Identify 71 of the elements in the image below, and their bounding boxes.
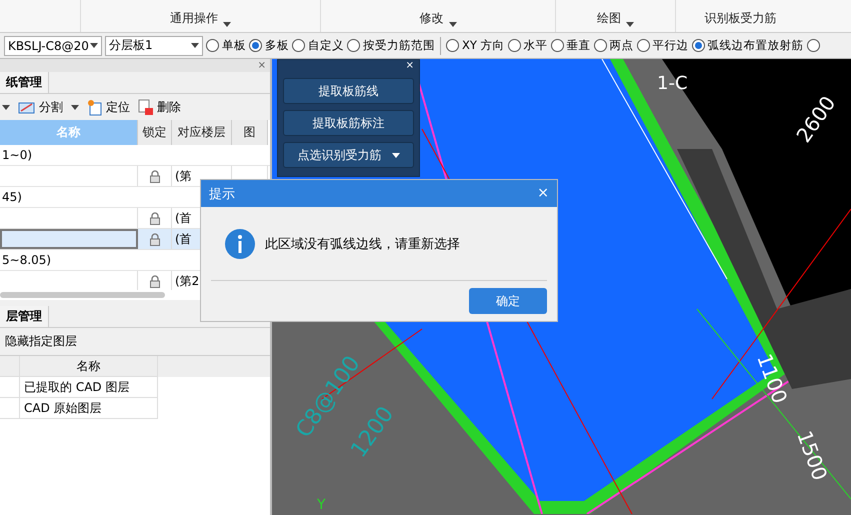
combo-box[interactable]: 分层板1	[105, 36, 203, 56]
column-header: 名称	[20, 356, 158, 377]
panel-button[interactable]: 点选识别受力筋	[283, 142, 414, 168]
radio-button[interactable]	[636, 39, 650, 52]
radio-label: 弧线边布置放射筋	[708, 38, 804, 53]
toolbar-button[interactable]: 分割	[18, 98, 63, 116]
drawing-label: 1100	[752, 350, 792, 407]
caret-icon[interactable]	[71, 104, 79, 110]
radio-label: 单板	[222, 38, 246, 53]
column-header[interactable]: 对应楼层	[172, 120, 232, 145]
radio-button[interactable]	[594, 39, 607, 52]
info-icon	[225, 228, 255, 258]
ribbon-group-label: 修改	[420, 10, 444, 27]
caret-icon[interactable]	[392, 152, 400, 158]
radio-label: 平行边	[652, 38, 689, 53]
radio-button[interactable]	[550, 39, 564, 52]
column-header	[0, 356, 20, 377]
delete-icon	[138, 98, 154, 116]
table-cell: (第	[175, 168, 192, 184]
panel-button[interactable]: 提取板筋标注	[283, 110, 414, 136]
group-row[interactable]: 5~8.05)	[0, 250, 52, 270]
radio-label: 按受力筋范围	[363, 38, 435, 53]
ok-button[interactable]: 确定	[469, 288, 547, 314]
table-cell[interactable]: CAD 原始图层	[20, 398, 158, 419]
caret-icon[interactable]	[191, 43, 199, 48]
column-header[interactable]: 锁定	[138, 120, 172, 145]
table-cell[interactable]: 已提取的 CAD 图层	[20, 377, 158, 398]
radio-button[interactable]	[206, 39, 219, 52]
radio-button[interactable]	[806, 39, 820, 52]
drawing-label: Y	[317, 497, 326, 513]
table-cell	[0, 398, 20, 419]
radio-button[interactable]	[692, 39, 705, 52]
table-cell: (首	[175, 210, 192, 226]
radio-button[interactable]	[508, 39, 521, 52]
panel-button[interactable]: 提取板筋线	[283, 78, 414, 104]
scrollbar-thumb[interactable]	[0, 292, 165, 298]
table-cell	[0, 377, 20, 398]
radio-label: 垂直	[566, 38, 591, 53]
toolbar-button[interactable]: 定位	[87, 98, 130, 116]
ribbon-group-label: 绘图	[597, 10, 621, 27]
toolbar-button[interactable]: 删除	[138, 98, 181, 116]
column-header[interactable]: 图	[232, 120, 268, 145]
caret-icon[interactable]	[626, 22, 634, 27]
radio-button[interactable]	[347, 39, 360, 52]
caret-icon[interactable]	[448, 22, 456, 27]
radio-button[interactable]	[292, 39, 305, 52]
radio-label: XY 方向	[462, 38, 505, 53]
radio-button[interactable]	[249, 39, 262, 52]
caret-icon[interactable]	[2, 104, 10, 110]
locate-icon	[87, 98, 103, 116]
radio-label: 两点	[610, 38, 634, 53]
table-cell: (首	[175, 230, 192, 248]
radio-label: 多板	[265, 38, 289, 53]
radio-button[interactable]	[446, 39, 459, 52]
group-row[interactable]: 45)	[0, 187, 22, 207]
close-button[interactable]: ×	[406, 60, 414, 72]
dialog-title: 提示	[209, 186, 235, 202]
ribbon-group-label: 识别板受力筋	[704, 10, 776, 27]
toolbar-button[interactable]: 隐藏指定图层	[5, 333, 77, 350]
combo-box[interactable]: KBSLJ-C8@20	[4, 36, 102, 56]
radio-label: 自定义	[308, 38, 344, 53]
close-button[interactable]: ×	[258, 59, 266, 72]
close-button[interactable]: ×	[537, 187, 549, 200]
caret-icon[interactable]	[223, 22, 231, 27]
table-cell: (第2	[175, 272, 200, 290]
caret-icon[interactable]	[90, 43, 98, 48]
drawing-label: 1500	[792, 428, 832, 484]
radio-label: 水平	[524, 38, 548, 53]
ribbon-group-label: 通用操作	[170, 10, 218, 27]
group-row[interactable]: 1~0)	[0, 145, 32, 165]
table-row[interactable]: (第	[0, 166, 270, 187]
